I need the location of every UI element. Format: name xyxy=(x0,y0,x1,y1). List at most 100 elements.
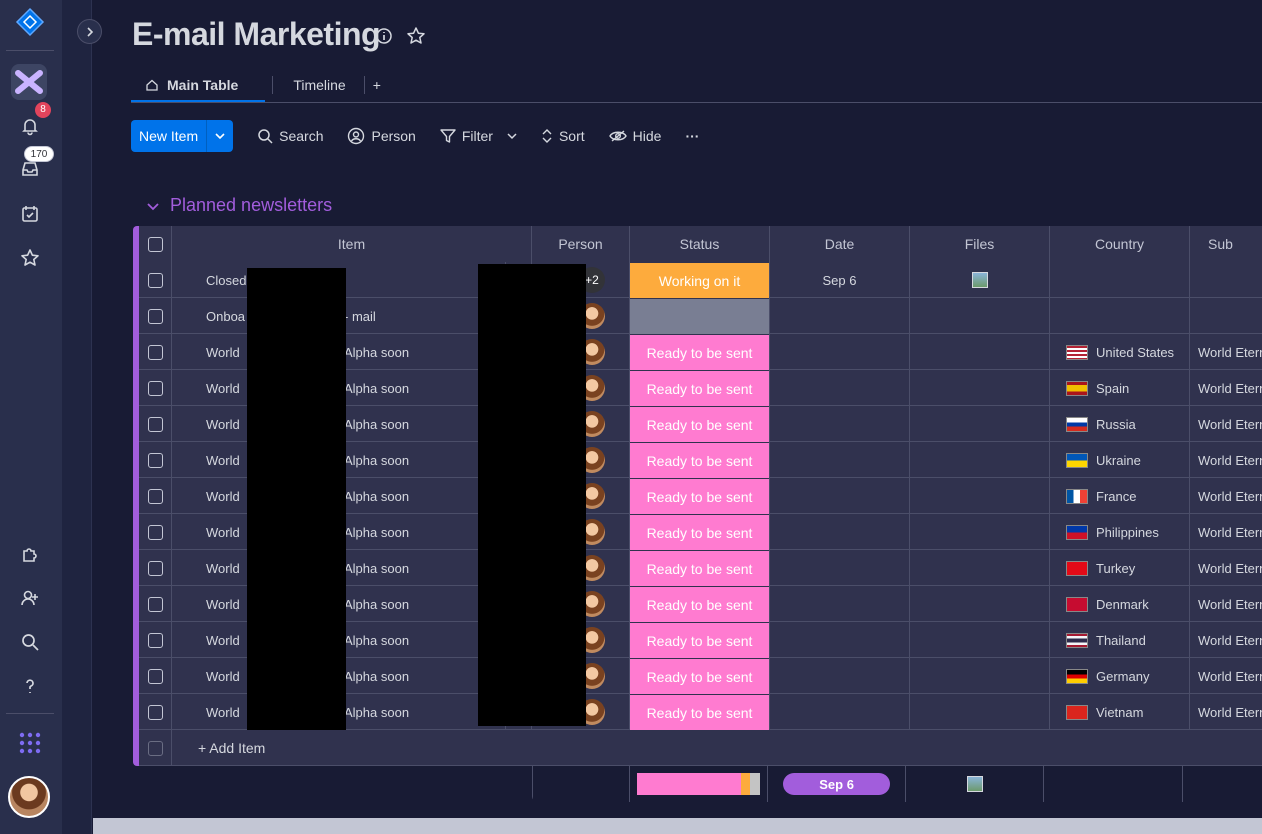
status-distribution-bar[interactable] xyxy=(636,773,760,795)
date-cell[interactable] xyxy=(770,658,910,694)
country-cell[interactable]: Russia xyxy=(1050,406,1190,442)
row-checkbox[interactable] xyxy=(139,694,172,730)
country-cell[interactable]: Spain xyxy=(1050,370,1190,406)
new-item-label[interactable]: New Item xyxy=(131,120,208,152)
country-cell[interactable]: France xyxy=(1050,478,1190,514)
subitems-cell[interactable]: World Etern xyxy=(1190,586,1262,622)
files-cell[interactable] xyxy=(910,694,1050,730)
status-label[interactable]: Ready to be sent xyxy=(630,659,769,694)
status-cell[interactable]: Ready to be sent xyxy=(630,514,770,550)
files-cell[interactable] xyxy=(910,406,1050,442)
status-cell[interactable]: Ready to be sent xyxy=(630,370,770,406)
date-cell[interactable] xyxy=(770,694,910,730)
country-cell[interactable]: Denmark xyxy=(1050,586,1190,622)
subitems-cell[interactable] xyxy=(1190,262,1262,298)
column-header-status[interactable]: Status xyxy=(630,226,770,262)
files-cell[interactable] xyxy=(910,442,1050,478)
monday-logo-icon[interactable] xyxy=(14,6,46,38)
add-view-button[interactable]: + xyxy=(371,67,393,103)
my-work-calendar-icon[interactable] xyxy=(14,198,46,230)
filter-button[interactable]: Filter xyxy=(440,128,517,144)
row-checkbox[interactable] xyxy=(139,550,172,586)
files-cell[interactable] xyxy=(910,262,1050,298)
row-checkbox[interactable] xyxy=(139,586,172,622)
status-cell[interactable]: Ready to be sent xyxy=(630,406,770,442)
country-cell[interactable]: Turkey xyxy=(1050,550,1190,586)
status-label[interactable]: Ready to be sent xyxy=(630,551,769,586)
column-header-subitems[interactable]: Sub xyxy=(1190,226,1262,262)
favorites-star-icon[interactable] xyxy=(14,242,46,274)
tab-main-table[interactable]: Main Table xyxy=(131,67,250,103)
status-label[interactable]: Ready to be sent xyxy=(630,443,769,478)
files-cell[interactable] xyxy=(910,478,1050,514)
date-cell[interactable] xyxy=(770,478,910,514)
files-cell[interactable] xyxy=(910,334,1050,370)
column-header-country[interactable]: Country xyxy=(1050,226,1190,262)
country-cell[interactable]: Vietnam xyxy=(1050,694,1190,730)
add-item-label[interactable]: + Add Item xyxy=(172,730,265,766)
user-avatar[interactable] xyxy=(8,776,50,818)
status-label[interactable]: Working on it xyxy=(630,263,769,298)
add-item-row[interactable]: + Add Item xyxy=(139,730,1262,766)
status-label[interactable]: Ready to be sent xyxy=(630,407,769,442)
country-cell[interactable] xyxy=(1050,262,1190,298)
info-icon[interactable] xyxy=(374,26,394,51)
subitems-cell[interactable]: World Etern xyxy=(1190,442,1262,478)
column-header-date[interactable]: Date xyxy=(770,226,910,262)
status-label[interactable]: Ready to be sent xyxy=(630,587,769,622)
subitems-cell[interactable]: World Etern xyxy=(1190,694,1262,730)
new-item-button[interactable]: New Item xyxy=(131,120,234,152)
person-filter-button[interactable]: Person xyxy=(347,127,416,145)
search-button[interactable]: Search xyxy=(257,128,323,144)
status-label[interactable]: Ready to be sent xyxy=(630,515,769,550)
status-cell[interactable]: Ready to be sent xyxy=(630,622,770,658)
group-header[interactable]: Planned newsletters xyxy=(146,195,332,216)
date-cell[interactable] xyxy=(770,550,910,586)
search-icon[interactable] xyxy=(14,626,46,658)
column-header-person[interactable]: Person xyxy=(532,226,630,262)
status-cell[interactable]: Ready to be sent xyxy=(630,694,770,730)
status-cell[interactable]: Ready to be sent xyxy=(630,586,770,622)
expand-panel-chevron-icon[interactable] xyxy=(77,19,102,44)
more-options-button[interactable]: ··· xyxy=(685,128,699,144)
row-checkbox[interactable] xyxy=(139,442,172,478)
status-label[interactable]: Ready to be sent xyxy=(630,695,769,730)
status-cell[interactable] xyxy=(630,298,770,334)
files-summary[interactable] xyxy=(906,766,1045,802)
board-title[interactable]: E-mail Marketing xyxy=(132,16,381,53)
date-cell[interactable] xyxy=(770,298,910,334)
subitems-cell[interactable]: World Etern xyxy=(1190,622,1262,658)
files-cell[interactable] xyxy=(910,514,1050,550)
status-summary[interactable] xyxy=(629,766,768,802)
country-cell[interactable]: Thailand xyxy=(1050,622,1190,658)
new-item-dropdown-chevron-icon[interactable] xyxy=(207,120,233,152)
group-title[interactable]: Planned newsletters xyxy=(170,195,332,216)
subitems-cell[interactable]: World Etern xyxy=(1190,334,1262,370)
date-cell[interactable] xyxy=(770,334,910,370)
column-header-item[interactable]: Item xyxy=(172,226,532,262)
help-icon[interactable] xyxy=(14,670,46,702)
tab-timeline[interactable]: Timeline xyxy=(279,67,357,103)
date-cell[interactable] xyxy=(770,370,910,406)
files-cell[interactable] xyxy=(910,622,1050,658)
files-cell[interactable] xyxy=(910,298,1050,334)
country-cell[interactable] xyxy=(1050,298,1190,334)
row-checkbox[interactable] xyxy=(139,622,172,658)
collapse-group-chevron-icon[interactable] xyxy=(146,199,160,213)
files-cell[interactable] xyxy=(910,550,1050,586)
favorite-star-icon[interactable] xyxy=(406,26,426,51)
invite-members-icon[interactable] xyxy=(14,582,46,614)
row-checkbox[interactable] xyxy=(139,658,172,694)
row-checkbox[interactable] xyxy=(139,406,172,442)
subitems-cell[interactable]: World Etern xyxy=(1190,514,1262,550)
date-cell[interactable] xyxy=(770,622,910,658)
file-thumbnail-icon[interactable] xyxy=(971,272,988,288)
date-cell[interactable] xyxy=(770,586,910,622)
column-header-files[interactable]: Files xyxy=(910,226,1050,262)
file-thumbnail-icon[interactable] xyxy=(966,776,983,792)
chevron-down-icon[interactable] xyxy=(507,131,517,141)
status-cell[interactable]: Ready to be sent xyxy=(630,442,770,478)
country-cell[interactable]: United States xyxy=(1050,334,1190,370)
row-checkbox[interactable] xyxy=(139,370,172,406)
status-label[interactable]: Ready to be sent xyxy=(630,335,769,370)
